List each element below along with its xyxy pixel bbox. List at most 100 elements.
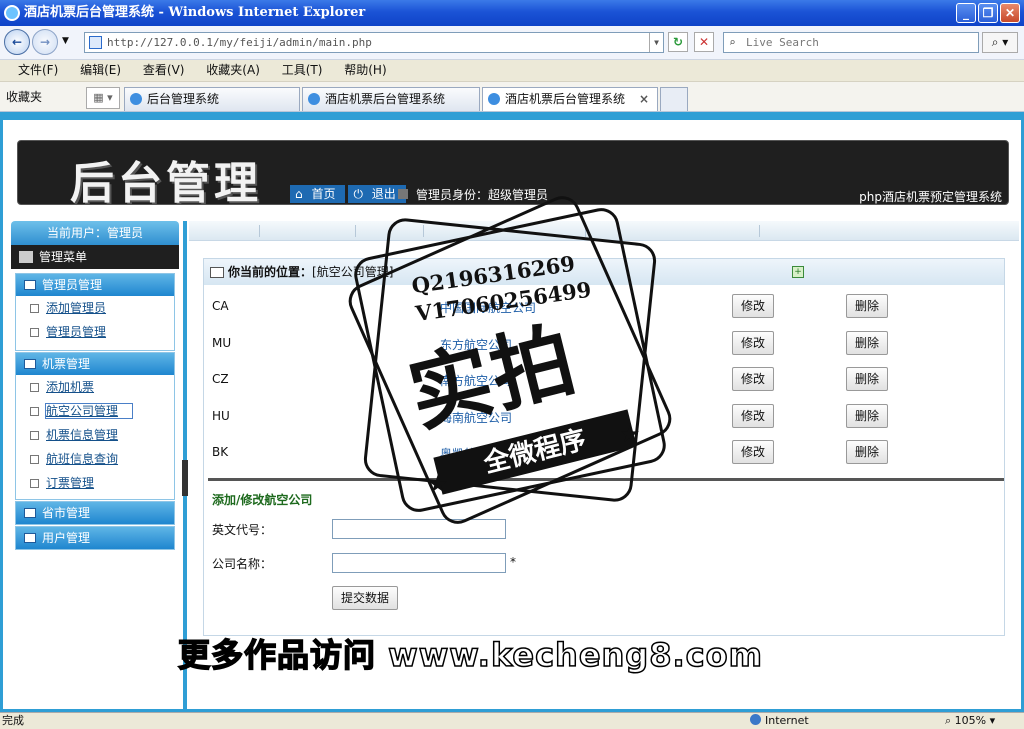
search-placeholder: Live Search	[746, 36, 819, 49]
header-banner: 后台管理 ⌂ 首页 ⏻ 退出 管理员身份：超级管理员 php酒店机票预定管理系统	[17, 140, 1009, 209]
sidebar-item-add-ticket[interactable]: 添加机票	[16, 375, 174, 399]
item-label: 航空公司管理	[44, 403, 134, 419]
group-admin: 管理员管理 添加管理员 管理员管理	[15, 273, 175, 351]
folder-icon	[24, 280, 36, 290]
menu-title: 管理菜单	[11, 245, 179, 269]
code-input[interactable]	[332, 519, 506, 539]
edit-button[interactable]: 修改	[732, 367, 774, 391]
group-header[interactable]: 机票管理	[16, 353, 174, 375]
airline-code: BK	[212, 445, 229, 459]
zoom-value: 105%	[954, 714, 987, 727]
menu-tools[interactable]: 工具(T)	[282, 60, 323, 80]
doc-icon	[30, 455, 39, 464]
tab-3-active[interactable]: 酒店机票后台管理系统 ×	[482, 87, 658, 111]
sidebar-item-ticket-info[interactable]: 机票信息管理	[16, 423, 174, 447]
tabs-bar: ★ 收藏夹 ▦ ▾ 后台管理系统 酒店机票后台管理系统 酒店机票后台管理系统 ×	[0, 82, 1024, 513]
group-header[interactable]: 用户管理	[16, 527, 174, 549]
address-input[interactable]: http://127.0.0.1/my/feiji/admin/main.php…	[84, 32, 664, 53]
tab-label: 酒店机票后台管理系统	[325, 92, 446, 106]
menu-help[interactable]: 帮助(H)	[344, 60, 386, 80]
sidebar-item-airlines[interactable]: 航空公司管理	[16, 399, 174, 423]
item-label: 订票管理	[46, 476, 95, 490]
stop-button[interactable]: ✕	[694, 32, 714, 52]
menu-view[interactable]: 查看(V)	[143, 60, 185, 80]
group-title: 管理员管理	[42, 278, 103, 292]
main-panel: 你当前的位置：[航空公司管理] + CA 中国国际航空公司 修改 删除 MU 东…	[203, 258, 1005, 636]
item-label: 添加机票	[46, 380, 95, 394]
add-icon[interactable]: +	[792, 266, 804, 278]
menu-title-label: 管理菜单	[39, 250, 88, 264]
delete-button[interactable]: 删除	[846, 294, 888, 318]
edit-button[interactable]: 修改	[732, 440, 774, 464]
delete-button[interactable]: 删除	[846, 331, 888, 355]
menu-bar: 文件(F) 编辑(E) 查看(V) 收藏夹(A) 工具(T) 帮助(H)	[0, 60, 1024, 82]
ie-icon	[130, 93, 142, 105]
delete-button[interactable]: 删除	[846, 440, 888, 464]
folder-icon	[24, 533, 36, 543]
minimize-button[interactable]: _	[956, 3, 976, 23]
refresh-button[interactable]: ↻	[668, 32, 688, 52]
grid-icon	[19, 251, 33, 263]
address-toolbar: ← → ▼ http://127.0.0.1/my/feiji/admin/ma…	[0, 26, 1024, 60]
delete-button[interactable]: 删除	[846, 404, 888, 428]
tab-2[interactable]: 酒店机票后台管理系统	[302, 87, 480, 111]
menu-edit[interactable]: 编辑(E)	[80, 60, 121, 80]
airline-code: CZ	[212, 372, 229, 386]
quick-tabs-button[interactable]: ▦ ▾	[86, 87, 120, 109]
close-window-button[interactable]: ✕	[1000, 3, 1020, 23]
window-title: 酒店机票后台管理系统 - Windows Internet Explorer	[24, 5, 366, 20]
name-input[interactable]	[332, 553, 506, 573]
sidebar-item-manage-admin[interactable]: 管理员管理	[16, 320, 174, 344]
collapse-handle[interactable]	[182, 460, 188, 496]
group-title: 用户管理	[42, 531, 91, 545]
window-titlebar: 酒店机票后台管理系统 - Windows Internet Explorer _…	[0, 0, 1024, 26]
favorites-label: 收藏夹	[6, 90, 43, 104]
security-zone: Internet	[750, 713, 809, 729]
table-row: HU 海南航空公司 修改 删除	[204, 399, 1004, 435]
delete-button[interactable]: 删除	[846, 367, 888, 391]
airline-name: 东方航空公司	[440, 338, 513, 352]
menu-favorites[interactable]: 收藏夹(A)	[206, 60, 260, 80]
forward-button[interactable]: →	[32, 29, 58, 55]
search-button[interactable]: ⌕ ▾	[982, 32, 1018, 53]
sidebar-item-flight-query[interactable]: 航班信息查询	[16, 447, 174, 471]
airline-code: CA	[212, 299, 229, 313]
airline-name: 奥凯航空公司	[440, 447, 513, 461]
page-content: 后台管理 ⌂ 首页 ⏻ 退出 管理员身份：超级管理员 php酒店机票预定管理系统…	[0, 112, 1024, 712]
history-dropdown-icon[interactable]: ▼	[62, 36, 69, 46]
home-link[interactable]: ⌂ 首页	[290, 185, 346, 203]
table-row: CA 中国国际航空公司 修改 删除	[204, 289, 1004, 325]
edit-button[interactable]: 修改	[732, 294, 774, 318]
zone-label: Internet	[765, 714, 809, 727]
maximize-button[interactable]: ❐	[978, 3, 998, 23]
edit-button[interactable]: 修改	[732, 404, 774, 428]
table-row: BK 奥凯航空公司 修改 删除	[204, 435, 1004, 471]
breadcrumb: 你当前的位置：[航空公司管理] +	[204, 259, 1004, 285]
airline-code: MU	[212, 336, 232, 350]
item-label: 添加管理员	[46, 301, 107, 315]
ie-icon	[488, 93, 500, 105]
search-input[interactable]: ⌕ Live Search	[723, 32, 979, 53]
watermark-bottom-text: 更多作品访问 www.kecheng8.com	[177, 635, 763, 675]
back-button[interactable]: ←	[4, 29, 30, 55]
tab-1[interactable]: 后台管理系统	[124, 87, 300, 111]
doc-icon	[30, 407, 39, 416]
edit-button[interactable]: 修改	[732, 331, 774, 355]
close-tab-icon[interactable]: ×	[639, 88, 649, 110]
group-provinces: 省市管理	[15, 501, 175, 525]
menu-file[interactable]: 文件(F)	[18, 60, 58, 80]
folder-icon	[24, 359, 36, 369]
zoom-control[interactable]: ⌕ 105% ▾	[945, 713, 995, 729]
ie-icon	[4, 5, 20, 21]
group-header[interactable]: 管理员管理	[16, 274, 174, 296]
address-dropdown-icon[interactable]: ▼	[649, 33, 663, 52]
sidebar-item-bookings[interactable]: 订票管理	[16, 471, 174, 495]
doc-icon	[30, 479, 39, 488]
group-title: 机票管理	[42, 357, 91, 371]
new-tab-button[interactable]	[660, 87, 688, 111]
favorites-button[interactable]: ★ 收藏夹	[6, 88, 325, 513]
submit-button[interactable]: 提交数据	[332, 586, 398, 610]
sidebar-item-add-admin[interactable]: 添加管理员	[16, 296, 174, 320]
group-header[interactable]: 省市管理	[16, 502, 174, 524]
code-label: 英文代号：	[212, 523, 273, 537]
